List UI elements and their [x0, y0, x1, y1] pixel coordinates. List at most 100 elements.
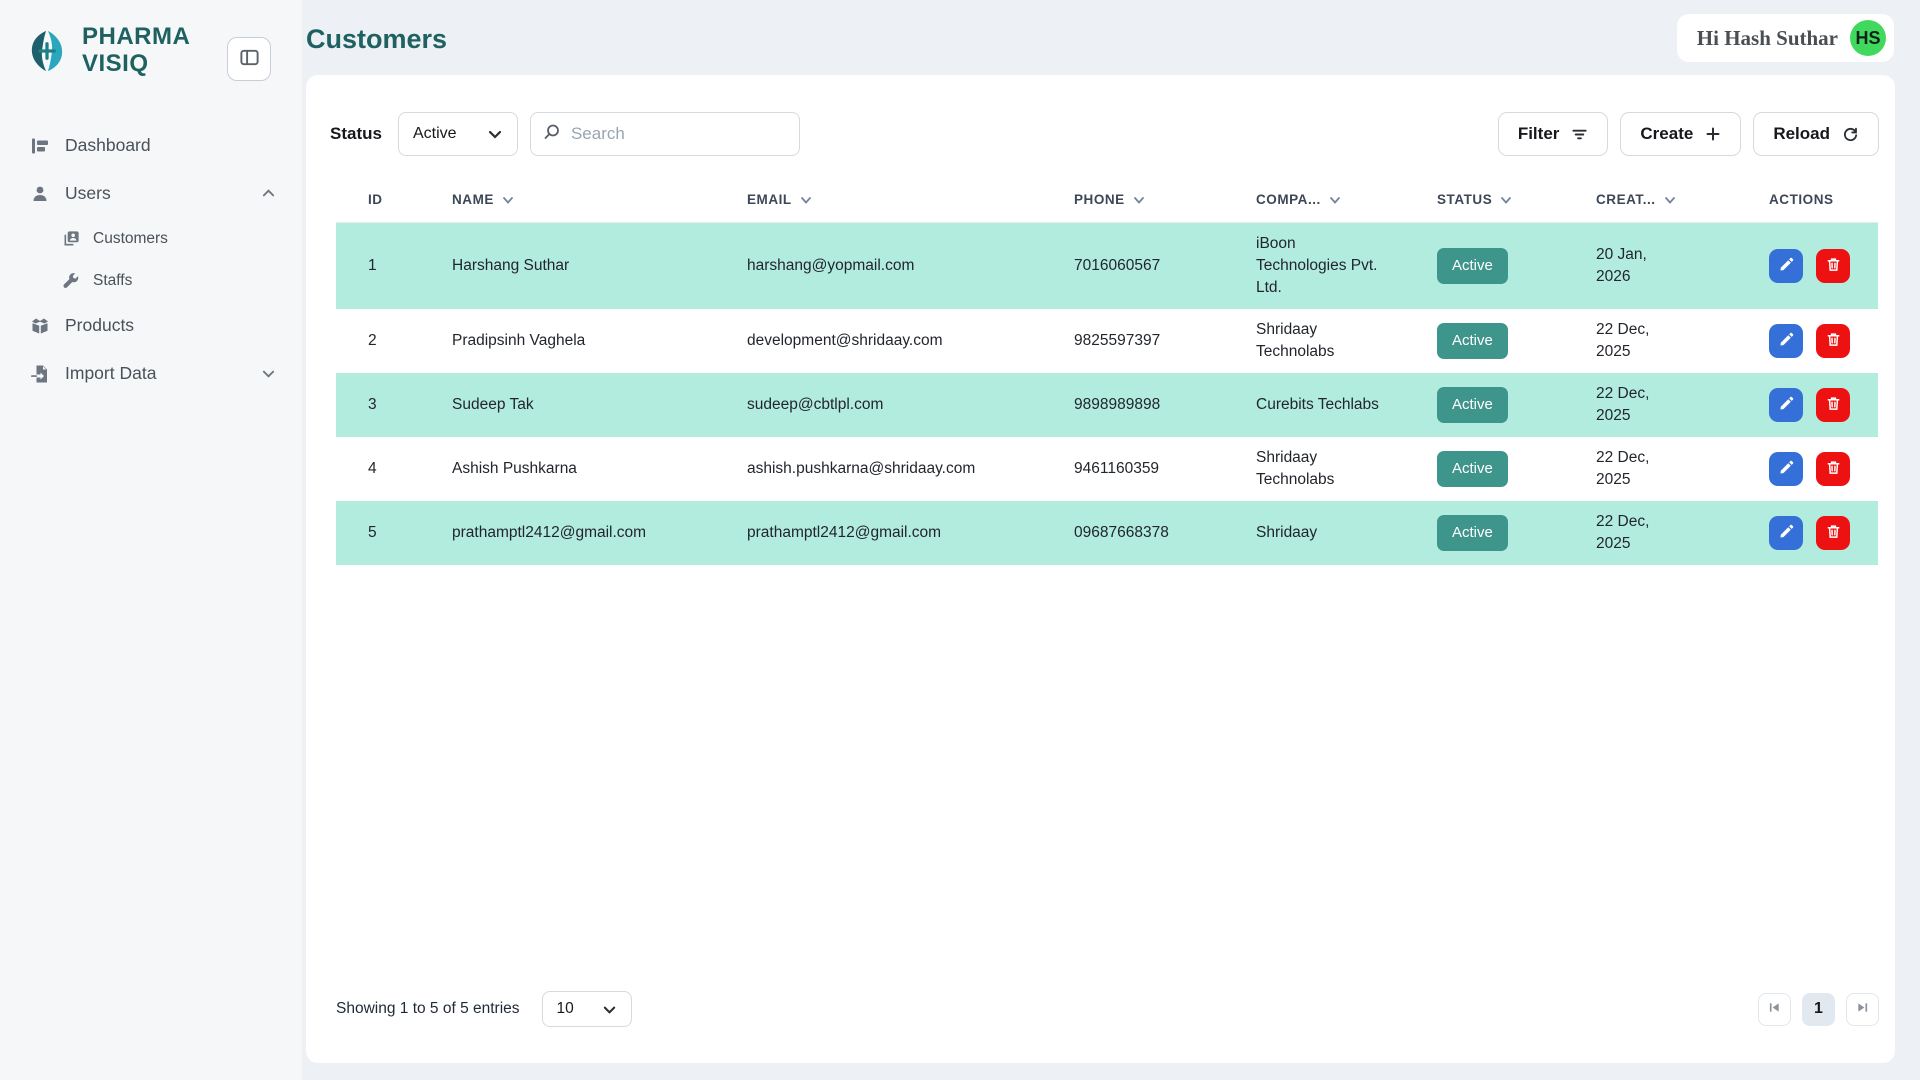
sidebar-item-label: Customers — [93, 230, 168, 248]
cell-status: Active — [1437, 309, 1596, 373]
delete-button[interactable] — [1816, 324, 1850, 358]
cell-created: 22 Dec, 2025 — [1596, 373, 1769, 437]
status-select-value: Active — [413, 125, 457, 143]
customers-table: ID NAME EMAIL — [336, 178, 1865, 565]
page-title: Customers — [306, 24, 447, 55]
reload-button[interactable]: Reload — [1753, 112, 1879, 156]
edit-button[interactable] — [1769, 249, 1803, 283]
cell-name: Ashish Pushkarna — [452, 437, 747, 501]
cell-email: sudeep@cbtlpl.com — [747, 373, 1074, 437]
cell-status: Active — [1437, 437, 1596, 501]
avatar[interactable]: HS — [1850, 20, 1886, 56]
showing-entries-text: Showing 1 to 5 of 5 entries — [336, 1000, 520, 1018]
sort-chevron-icon[interactable] — [1132, 193, 1146, 207]
sidebar-item-products[interactable]: Products — [0, 302, 302, 350]
sort-chevron-icon[interactable] — [799, 193, 813, 207]
create-button[interactable]: Create — [1620, 112, 1741, 156]
cell-company: Shridaay Technolabs — [1256, 437, 1437, 501]
cell-created: 22 Dec, 2025 — [1596, 309, 1769, 373]
edit-button[interactable] — [1769, 516, 1803, 550]
search-box — [530, 112, 800, 156]
edit-button[interactable] — [1769, 324, 1803, 358]
cell-id: 3 — [336, 373, 452, 437]
wrench-icon — [62, 271, 81, 290]
sidebar-item-users[interactable]: Users — [0, 170, 302, 218]
sidebar-item-customers[interactable]: Customers — [0, 218, 302, 260]
delete-button[interactable] — [1816, 388, 1850, 422]
cell-actions — [1769, 373, 1878, 437]
first-page-button[interactable] — [1758, 993, 1791, 1026]
cell-id: 1 — [336, 222, 452, 309]
cell-phone: 09687668378 — [1074, 501, 1256, 565]
delete-button[interactable] — [1816, 249, 1850, 283]
page-number-button[interactable]: 1 — [1802, 993, 1835, 1026]
plus-icon — [1705, 126, 1721, 142]
last-page-button[interactable] — [1846, 993, 1879, 1026]
sort-chevron-icon[interactable] — [1328, 193, 1342, 207]
trash-icon — [1826, 524, 1841, 542]
sort-chevron-icon[interactable] — [1663, 193, 1677, 207]
user-icon — [30, 184, 50, 204]
cell-id: 5 — [336, 501, 452, 565]
cell-actions — [1769, 309, 1878, 373]
cell-phone: 9898989898 — [1074, 373, 1256, 437]
cell-email: development@shridaay.com — [747, 309, 1074, 373]
delete-button[interactable] — [1816, 452, 1850, 486]
cell-name: Pradipsinh Vaghela — [452, 309, 747, 373]
cell-company: Shridaay Technolabs — [1256, 309, 1437, 373]
file-import-icon — [30, 364, 50, 384]
trash-icon — [1826, 257, 1841, 275]
status-select[interactable]: Active — [398, 112, 518, 156]
chevron-down-icon — [261, 366, 276, 381]
status-label: Status — [330, 124, 382, 144]
column-header-name[interactable]: NAME — [452, 178, 747, 222]
search-input[interactable] — [571, 124, 792, 144]
sort-chevron-icon[interactable] — [1499, 193, 1513, 207]
pagination: 1 — [1758, 993, 1879, 1026]
cell-created: 22 Dec, 2025 — [1596, 437, 1769, 501]
edit-button[interactable] — [1769, 388, 1803, 422]
pencil-icon — [1779, 524, 1794, 542]
cell-status: Active — [1437, 222, 1596, 309]
column-header-phone[interactable]: PHONE — [1074, 178, 1256, 222]
sidebar-menu: Dashboard Users — [0, 122, 302, 398]
chevron-down-icon — [487, 126, 503, 142]
pencil-icon — [1779, 332, 1794, 350]
cell-company: Shridaay — [1256, 501, 1437, 565]
pencil-icon — [1779, 257, 1794, 275]
sidebar-item-label: Users — [65, 183, 111, 204]
sidebar-item-import-data[interactable]: Import Data — [0, 350, 302, 398]
cell-status: Active — [1437, 501, 1596, 565]
user-menu[interactable]: Hi Hash Suthar HS — [1677, 14, 1894, 62]
column-header-created[interactable]: CREAT... — [1596, 178, 1769, 222]
delete-button[interactable] — [1816, 516, 1850, 550]
sidebar-item-dashboard[interactable]: Dashboard — [0, 122, 302, 170]
pencil-icon — [1779, 460, 1794, 478]
sidebar-toggle-button[interactable] — [227, 37, 271, 81]
customers-card: Status Active Filter — [306, 75, 1895, 1063]
table-row: 4 Ashish Pushkarna ashish.pushkarna@shri… — [336, 437, 1878, 501]
cell-name: prathamptl2412@gmail.com — [452, 501, 747, 565]
cell-phone: 7016060567 — [1074, 222, 1256, 309]
filter-button[interactable]: Filter — [1498, 112, 1609, 156]
column-header-company[interactable]: COMPA... — [1256, 178, 1437, 222]
column-header-status[interactable]: STATUS — [1437, 178, 1596, 222]
table-header-row: ID NAME EMAIL — [336, 178, 1878, 222]
pharma-visiq-logo-icon — [24, 27, 70, 75]
sidebar: PHARMAVISIQ Dashboard — [0, 0, 302, 1080]
reload-icon — [1842, 126, 1859, 143]
edit-button[interactable] — [1769, 452, 1803, 486]
trash-icon — [1826, 460, 1841, 478]
sidebar-item-staffs[interactable]: Staffs — [0, 260, 302, 302]
last-page-icon — [1856, 1001, 1869, 1017]
box-icon — [30, 316, 50, 336]
contact-card-icon — [62, 229, 81, 248]
column-header-email[interactable]: EMAIL — [747, 178, 1074, 222]
chevron-up-icon — [261, 186, 276, 201]
cell-email: harshang@yopmail.com — [747, 222, 1074, 309]
page-size-select[interactable]: 10 — [542, 991, 632, 1027]
status-badge: Active — [1437, 515, 1508, 551]
toolbar: Status Active Filter — [330, 112, 1879, 156]
column-header-id[interactable]: ID — [336, 178, 452, 222]
sort-chevron-icon[interactable] — [501, 193, 515, 207]
